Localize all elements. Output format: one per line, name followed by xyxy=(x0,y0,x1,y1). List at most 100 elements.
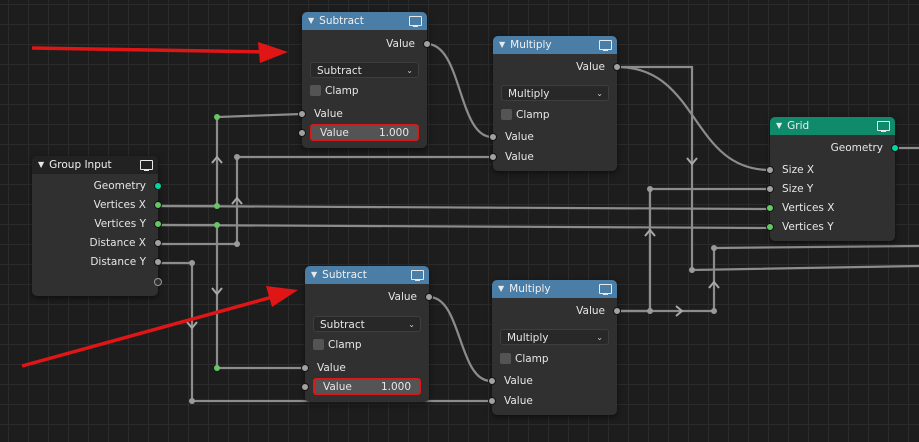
operation-dropdown[interactable]: Multiply ⌄ xyxy=(501,85,609,101)
socket-label: Geometry xyxy=(830,142,883,154)
collapse-chevron-icon[interactable]: ▼ xyxy=(776,117,782,135)
link-distance-x-mult-top xyxy=(158,155,494,246)
collapse-chevron-icon[interactable]: ▼ xyxy=(499,36,505,54)
operation-dropdown[interactable]: Subtract ⌄ xyxy=(310,62,419,78)
integer-socket[interactable] xyxy=(154,220,162,228)
geometry-socket[interactable] xyxy=(154,182,162,190)
float-socket[interactable] xyxy=(613,307,621,315)
collapse-chevron-icon[interactable]: ▼ xyxy=(311,266,317,284)
socket-label: Vertices X xyxy=(782,202,835,214)
float-socket[interactable] xyxy=(301,383,309,391)
multiply-node-bottom[interactable]: ▼ Multiply Value Multiply ⌄ Clamp Value … xyxy=(488,280,621,415)
subtract-header[interactable]: ▼ Subtract xyxy=(305,266,429,284)
field-label: Value xyxy=(320,127,349,139)
operation-dropdown[interactable]: Multiply ⌄ xyxy=(500,329,609,345)
output-empty xyxy=(32,273,162,291)
operation-dropdown[interactable]: Subtract ⌄ xyxy=(313,316,421,332)
group-input-node[interactable]: ▼ Group Input Geometry Vertices X Vertic… xyxy=(32,156,162,296)
float-socket[interactable] xyxy=(488,377,496,385)
monitor-icon[interactable] xyxy=(599,40,612,51)
node-title: Subtract xyxy=(322,269,367,281)
clamp-checkbox[interactable] xyxy=(500,353,511,364)
output-value: Value xyxy=(492,302,621,320)
dropdown-value: Multiply xyxy=(507,332,549,344)
float-socket[interactable] xyxy=(154,258,162,266)
socket-label: Distance Y xyxy=(90,256,146,268)
socket-label: Vertices Y xyxy=(94,218,146,230)
integer-socket[interactable] xyxy=(766,223,774,231)
node-title: Multiply xyxy=(509,283,551,295)
collapse-chevron-icon[interactable]: ▼ xyxy=(498,280,504,298)
socket-label: Distance X xyxy=(89,237,146,249)
multiply-node-top[interactable]: ▼ Multiply Value Multiply ⌄ Clamp Value … xyxy=(489,36,621,171)
link-vertices-x-grid xyxy=(158,204,772,211)
monitor-icon[interactable] xyxy=(140,160,153,171)
field-label: Value xyxy=(323,381,352,393)
float-socket[interactable] xyxy=(489,153,497,161)
subtract-header[interactable]: ▼ Subtract xyxy=(302,12,427,30)
input-value-2: Value xyxy=(488,392,617,410)
multiply-header[interactable]: ▼ Multiply xyxy=(492,280,617,298)
monitor-icon[interactable] xyxy=(599,284,612,295)
collapse-chevron-icon[interactable]: ▼ xyxy=(308,12,314,30)
monitor-icon[interactable] xyxy=(877,121,890,132)
socket-label: Size X xyxy=(782,164,815,176)
float-socket[interactable] xyxy=(766,185,774,193)
float-socket[interactable] xyxy=(425,293,433,301)
float-socket[interactable] xyxy=(489,133,497,141)
socket-label: Value xyxy=(576,305,605,317)
chevron-down-icon: ⌄ xyxy=(596,333,603,342)
socket-label: Value xyxy=(388,291,417,303)
float-socket[interactable] xyxy=(613,63,621,71)
float-socket[interactable] xyxy=(298,110,306,118)
float-socket[interactable] xyxy=(298,129,306,137)
link-vertices-x-sub-top xyxy=(158,112,304,208)
value-field[interactable]: Value 1.000 xyxy=(313,378,421,395)
field-value: 1.000 xyxy=(380,381,411,393)
output-distance-y: Distance Y xyxy=(32,253,162,271)
node-title: Group Input xyxy=(49,159,112,171)
subtract-node-top[interactable]: ▼ Subtract Value Subtract ⌄ Clamp Value … xyxy=(298,12,431,148)
input-value: Value xyxy=(298,105,427,123)
clamp-checkbox-row[interactable]: Clamp xyxy=(310,84,359,98)
subtract-node-bottom[interactable]: ▼ Subtract Value Subtract ⌄ Clamp Value … xyxy=(301,266,433,402)
field-value: 1.000 xyxy=(378,127,409,139)
float-socket[interactable] xyxy=(154,239,162,247)
clamp-checkbox[interactable] xyxy=(501,109,512,120)
geometry-socket[interactable] xyxy=(891,144,899,152)
clamp-checkbox-row[interactable]: Clamp xyxy=(313,338,362,352)
clamp-label: Clamp xyxy=(328,339,362,351)
chevron-down-icon: ⌄ xyxy=(596,89,603,98)
group-input-header[interactable]: ▼ Group Input xyxy=(32,156,158,174)
float-socket[interactable] xyxy=(301,364,309,372)
grid-header[interactable]: ▼ Grid xyxy=(770,117,895,135)
dropdown-value: Subtract xyxy=(320,319,365,331)
clamp-checkbox[interactable] xyxy=(313,339,324,350)
empty-socket[interactable] xyxy=(154,278,162,286)
output-value: Value xyxy=(302,35,431,53)
input-vertices-y: Vertices Y xyxy=(766,218,895,236)
socket-label: Value xyxy=(505,151,534,163)
float-socket[interactable] xyxy=(423,40,431,48)
output-value: Value xyxy=(493,58,621,76)
float-socket[interactable] xyxy=(488,397,496,405)
input-value-1: Value xyxy=(489,128,617,146)
multiply-header[interactable]: ▼ Multiply xyxy=(493,36,617,54)
clamp-checkbox[interactable] xyxy=(310,85,321,96)
float-socket[interactable] xyxy=(766,166,774,174)
clamp-checkbox-row[interactable]: Clamp xyxy=(500,352,549,366)
monitor-icon[interactable] xyxy=(411,270,424,281)
value-field[interactable]: Value 1.000 xyxy=(310,124,419,141)
grid-node[interactable]: ▼ Grid Geometry Size X Size Y Vertices X… xyxy=(766,117,899,241)
clamp-label: Clamp xyxy=(516,109,550,121)
integer-socket[interactable] xyxy=(154,201,162,209)
clamp-checkbox-row[interactable]: Clamp xyxy=(501,108,550,122)
output-geometry: Geometry xyxy=(770,139,899,157)
monitor-icon[interactable] xyxy=(409,16,422,27)
collapse-chevron-icon[interactable]: ▼ xyxy=(38,156,44,174)
socket-label: Value xyxy=(314,108,343,120)
socket-label: Size Y xyxy=(782,183,814,195)
socket-label: Vertices X xyxy=(93,199,146,211)
integer-socket[interactable] xyxy=(766,204,774,212)
link-sub-bottom-mult-bottom xyxy=(427,295,493,383)
